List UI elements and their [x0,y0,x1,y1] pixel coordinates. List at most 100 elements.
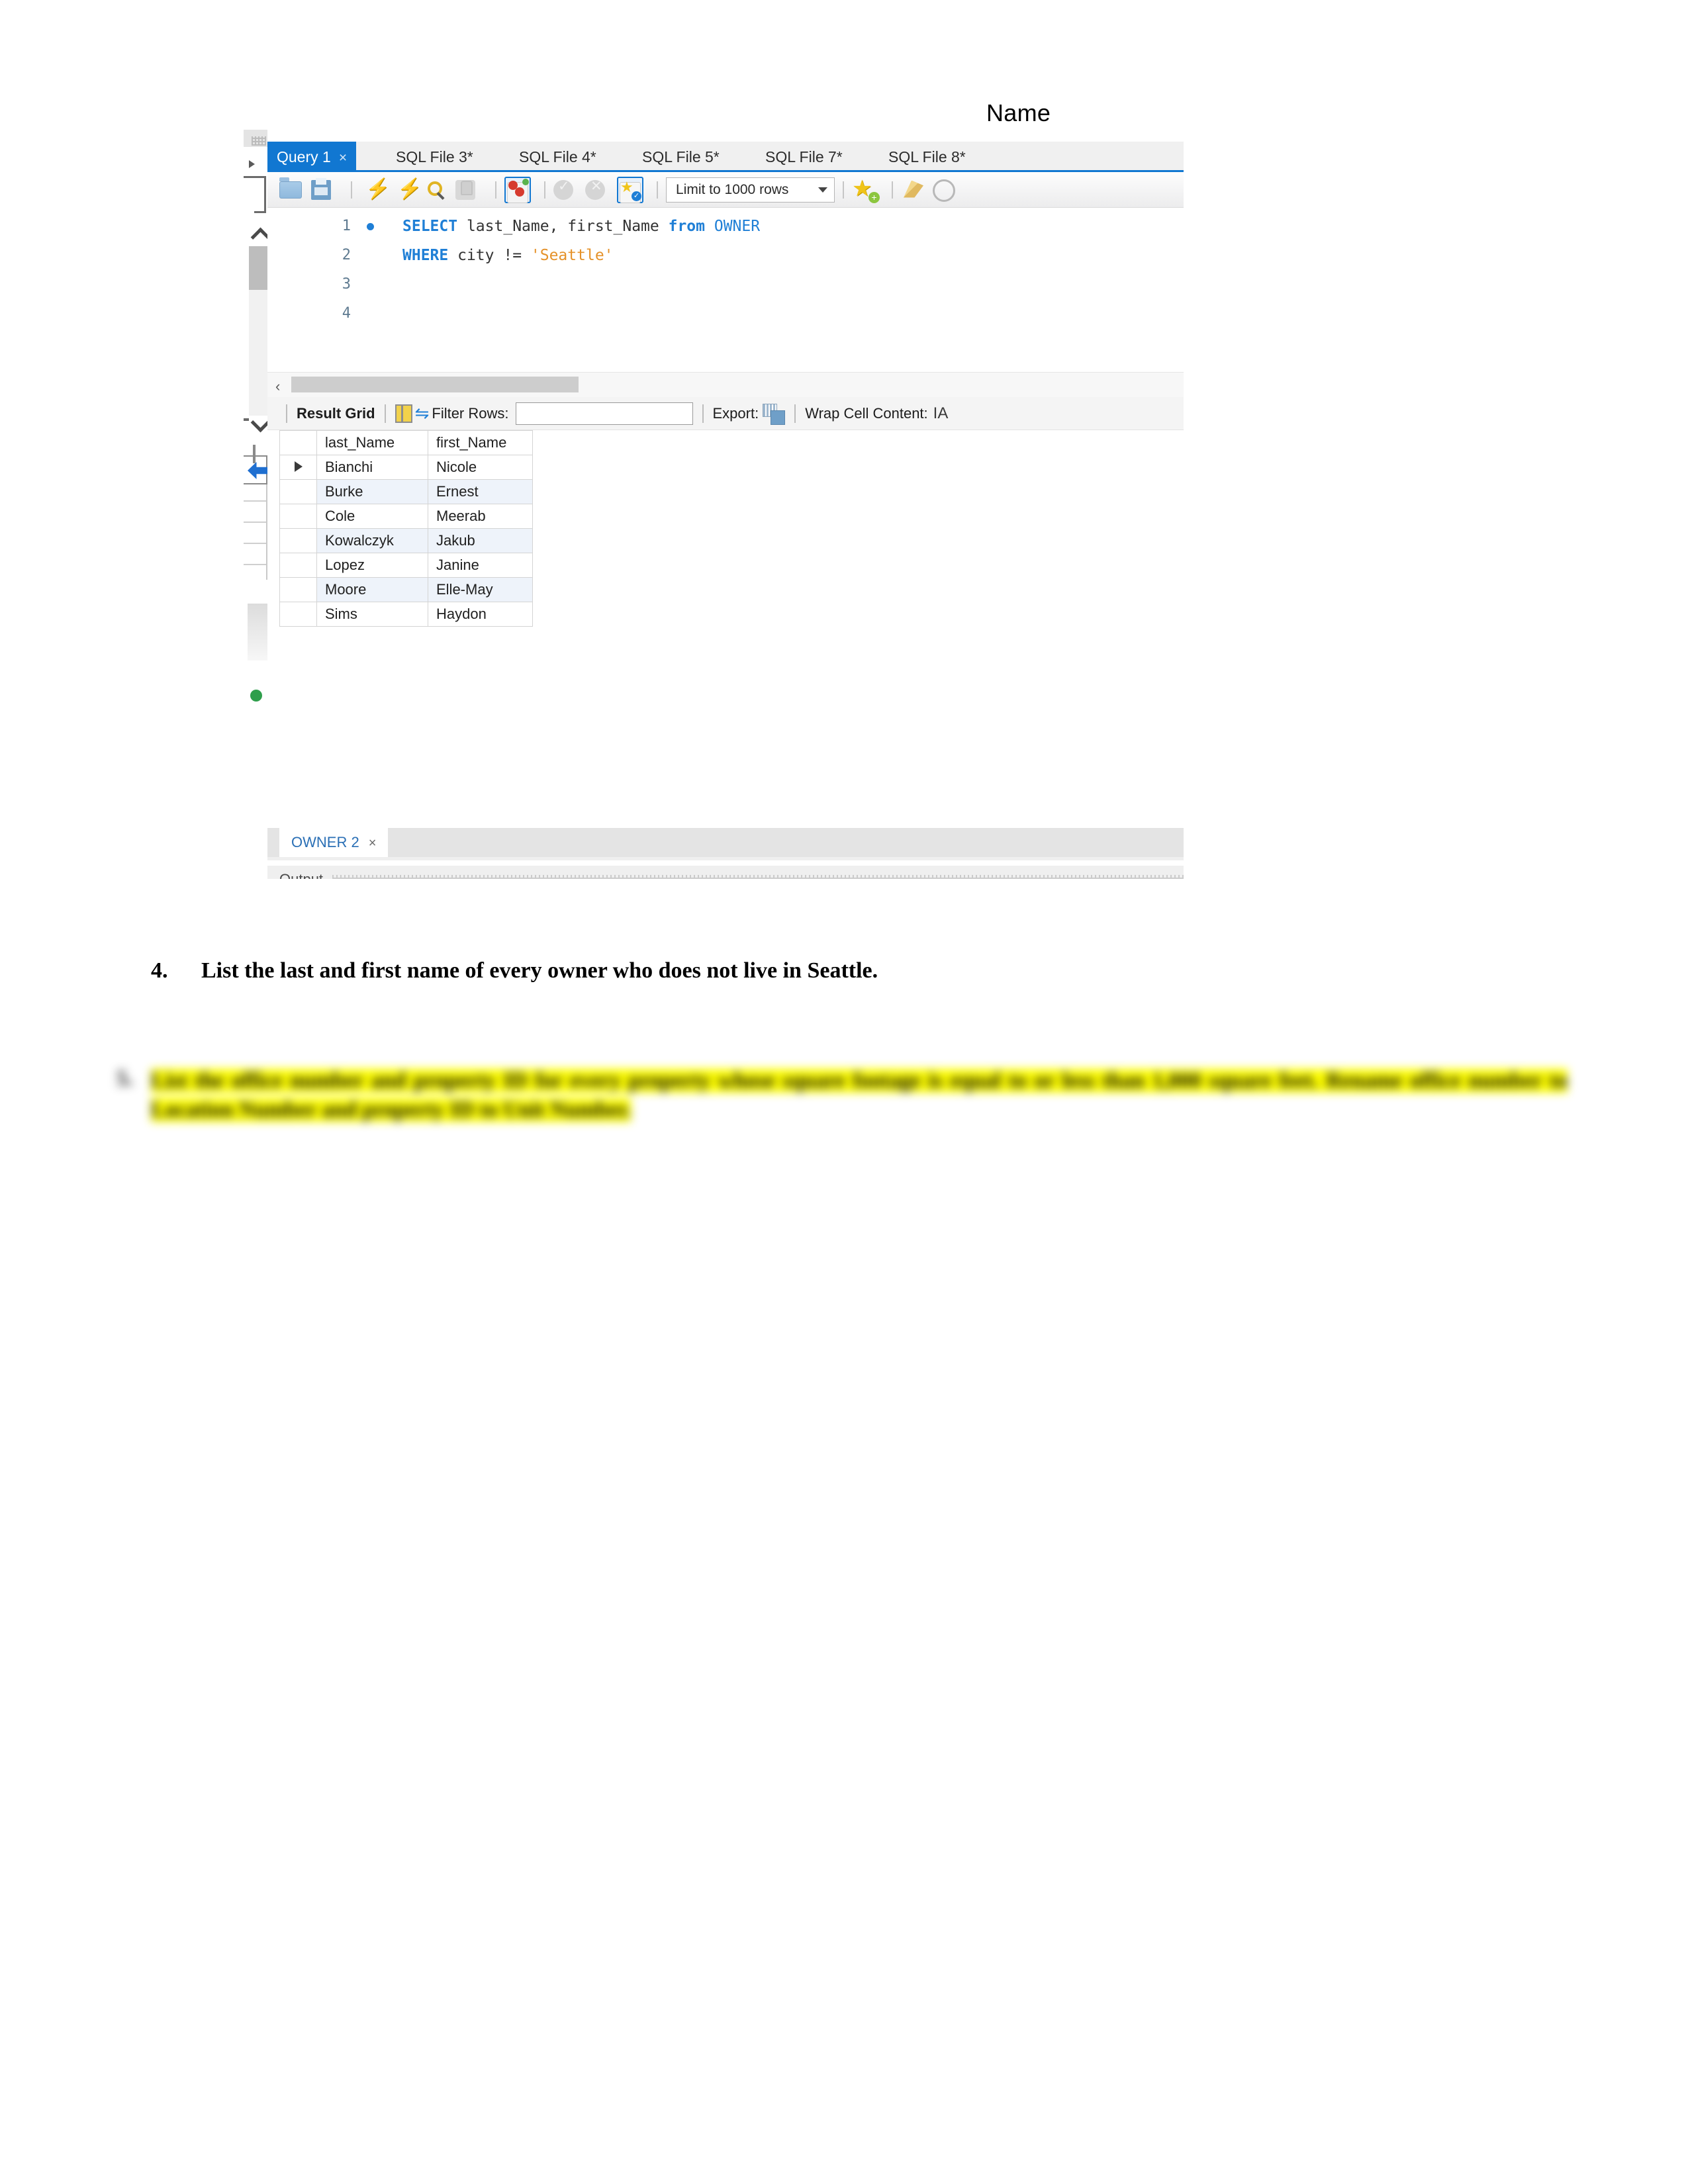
cell-first-name[interactable]: Elle-May [428,577,533,602]
cell-first-name[interactable]: Jakub [428,528,533,553]
chevron-down-icon[interactable] [818,187,827,193]
line-number: 2 [342,247,351,263]
code-text: WHERE city != 'Seattle' [402,247,614,264]
output-panel-header: Output [267,866,1184,879]
stop-icon[interactable] [455,177,482,203]
scroll-up-icon[interactable] [252,224,269,241]
edge-tick [244,418,249,421]
cell-last-name[interactable]: Cole [316,504,428,529]
tab-sql-file-7[interactable]: SQL File 7* [756,142,852,172]
wrap-cell-content-icon[interactable]: IA [933,404,949,423]
cell-first-name[interactable]: Ernest [428,479,533,504]
statement-marker-icon [367,223,374,230]
question-5-blurred: 5. List the office number and property I… [117,1067,1573,1179]
cell-last-name[interactable]: Lopez [316,553,428,578]
table-row[interactable]: Burke Ernest [279,479,533,504]
expand-arrow-icon[interactable] [249,160,255,168]
toolbar-separator [351,181,352,199]
workbench-panel: Query 1 × SQL File 3* SQL File 4* SQL Fil… [267,130,1184,879]
table-row[interactable]: Kowalczyk Jakub [279,528,533,553]
row-selector[interactable] [279,602,317,627]
code-line-3: 3 [267,270,1184,299]
embedded-screenshot: Message AME L... 4 row(s) Query 1× [244,130,1184,879]
execute-icon[interactable]: ⚡ [360,177,390,203]
toggle-autocommit-icon[interactable] [504,176,531,203]
panel-resize-grip[interactable] [332,875,1184,879]
filter-rows-input[interactable] [515,402,693,425]
tab-sql-file-4[interactable]: SQL File 4* [510,142,606,172]
table-row[interactable]: Bianchi Nicole [279,455,533,480]
commit-icon[interactable]: ✓ [553,177,580,203]
scroll-left-icon[interactable]: ‹ [275,378,280,395]
tab-label: SQL File 3* [396,148,473,165]
result-table: last_Name first_Name Bianchi Nicole Burk [279,430,533,627]
rollback-icon[interactable]: ✕ [585,177,612,203]
save-script-icon[interactable] [311,177,338,203]
tab-label: SQL File 4* [519,148,596,165]
result-tab-underline [267,857,1184,860]
cell-last-name[interactable]: Sims [316,602,428,627]
sql-editor[interactable]: 1 SELECT last_Name, first_Name from OWNE… [267,208,1184,372]
table-row[interactable]: Moore Elle-May [279,577,533,602]
line-number: 3 [342,276,351,293]
row-selector[interactable] [279,455,317,480]
cell-first-name[interactable]: Nicole [428,455,533,480]
export-icon[interactable] [763,403,786,425]
result-grid-toolbar: Result Grid ⇋ Filter Rows: Export: Wrap … [267,397,1184,430]
row-selector[interactable] [279,479,317,504]
tab-label: Query 1 [277,148,331,165]
export-label: Export: [712,404,759,422]
row-limit-select[interactable]: Limit to 1000 rows [666,177,835,203]
scroll-down-icon[interactable] [252,414,269,432]
tab-sql-file-3[interactable]: SQL File 3* [387,142,483,172]
result-tabstrip: OWNER 2 × [267,828,1184,857]
find-icon[interactable] [933,177,959,203]
explain-query-icon[interactable] [424,177,450,203]
wrap-cell-content-label: Wrap Cell Content: [805,404,928,422]
table-row[interactable]: Cole Meerab [279,504,533,529]
row-selector[interactable] [279,528,317,553]
edge-grid-fragment [244,484,267,580]
beautify-sql-icon[interactable] [901,177,927,203]
question-5-text: List the office number and property ID f… [151,1069,1568,1122]
cell-first-name[interactable]: Janine [428,553,533,578]
execute-current-statement-icon[interactable]: ⚡ [392,177,422,203]
refresh-icon[interactable]: ⇋ [415,403,430,424]
tab-sql-file-8[interactable]: SQL File 8* [879,142,975,172]
toggle-query-options-icon[interactable]: ★ ✓ [617,176,643,203]
tab-sql-file-5[interactable]: SQL File 5* [633,142,729,172]
result-grid[interactable]: last_Name first_Name Bianchi Nicole Burk [279,430,533,627]
close-icon[interactable]: × [369,836,377,850]
cell-first-name[interactable]: Haydon [428,602,533,627]
column-header-first-name[interactable]: first_Name [428,430,533,455]
cell-last-name[interactable]: Moore [316,577,428,602]
row-selector[interactable] [279,577,317,602]
cell-last-name[interactable]: Burke [316,479,428,504]
tab-query-1[interactable]: Query 1 × [267,142,357,172]
cell-last-name[interactable]: Kowalczyk [316,528,428,553]
open-folder-icon[interactable] [279,177,306,203]
cell-last-name[interactable]: Bianchi [316,455,428,480]
result-tab-label: OWNER 2 [291,834,359,850]
row-selector[interactable] [279,504,317,529]
table-row[interactable]: Lopez Janine [279,553,533,578]
edge-white-block [244,204,254,224]
toolbar-separator-4 [657,181,658,199]
result-tab-owner-2[interactable]: OWNER 2 × [279,828,389,857]
edge-vertical-bar [253,445,256,463]
column-header-last-name[interactable]: last_Name [316,430,428,455]
cell-first-name[interactable]: Meerab [428,504,533,529]
grid-view-icon[interactable] [395,404,412,423]
close-icon[interactable]: × [339,150,347,165]
question-4-number: 4. [151,958,168,983]
row-selector[interactable] [279,553,317,578]
table-header-row: last_Name first_Name [279,430,533,455]
toolbar-separator-6 [892,181,893,199]
table-row[interactable]: Sims Haydon [279,602,533,627]
scrollbar-thumb[interactable] [291,377,579,392]
code-line-2: 2 WHERE city != 'Seattle' [267,241,1184,270]
rg-separator-2 [702,404,704,423]
row-header-corner [279,430,317,455]
new-snippet-icon[interactable]: ★ + [852,176,880,203]
editor-horizontal-scrollbar[interactable]: ‹ [267,372,1184,397]
